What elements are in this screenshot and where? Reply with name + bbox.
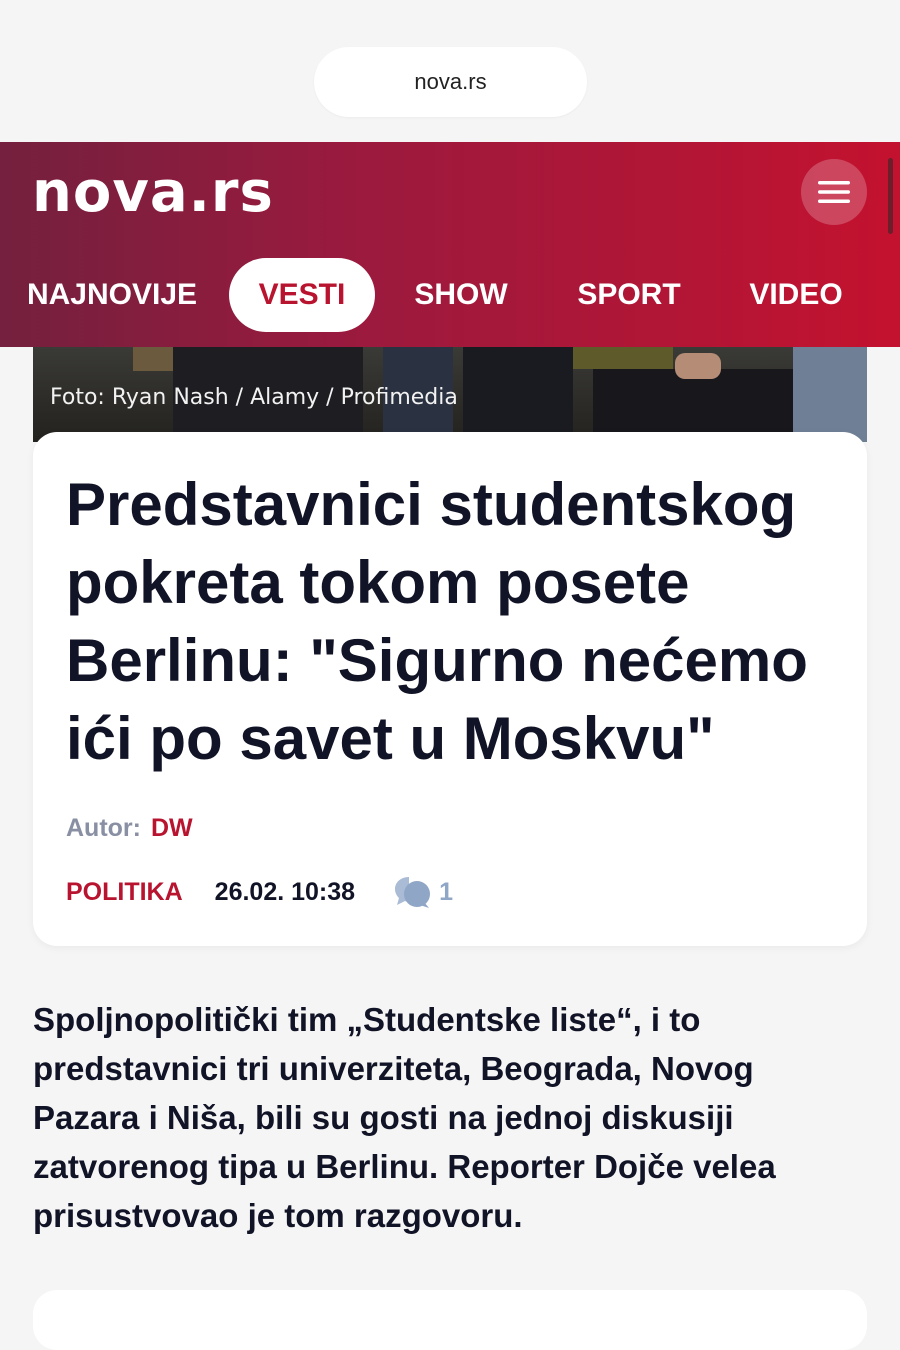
nav-item-show[interactable]: SHOW	[398, 258, 524, 332]
article-header-card: Predstavnici studentskog pokreta tokom p…	[33, 432, 867, 946]
url-bar[interactable]: nova.rs	[314, 47, 587, 117]
article-lead: Spoljnopolitički tim „Studentske liste“,…	[33, 1001, 776, 1234]
nav-item-video[interactable]: VIDEO	[734, 258, 858, 332]
nav-item-najnovije[interactable]: NAJNOVIJE	[22, 258, 202, 332]
category-link[interactable]: POLITIKA	[66, 878, 183, 907]
author-label: Autor:	[66, 814, 141, 842]
scrollbar-thumb[interactable]	[888, 158, 893, 234]
author-row: Autor: DW	[66, 814, 193, 843]
menu-button[interactable]	[801, 159, 867, 225]
site-header: nova.rs NAJNOVIJE VESTI SHOW SPORT VIDEO	[0, 142, 900, 347]
photo-credit: Foto: Ryan Nash / Alamy / Profimedia	[50, 385, 458, 410]
comments-link[interactable]: 1	[393, 874, 453, 910]
nav-item-vesti[interactable]: VESTI	[229, 258, 375, 332]
comment-bubbles-icon	[395, 877, 431, 908]
hamburger-menu-icon	[818, 181, 850, 203]
section-nav: NAJNOVIJE VESTI SHOW SPORT VIDEO	[0, 258, 900, 332]
publish-datetime: 26.02. 10:38	[214, 877, 356, 906]
browser-toolbar: nova.rs	[0, 0, 900, 142]
next-content-card	[33, 1290, 867, 1350]
site-logo[interactable]: nova.rs	[32, 160, 274, 225]
article-meta: POLITIKA 26.02. 10:38 1	[66, 872, 453, 912]
comment-count: 1	[439, 877, 453, 906]
nav-item-sport[interactable]: SPORT	[562, 258, 696, 332]
author-link[interactable]: DW	[151, 814, 193, 842]
url-text: nova.rs	[414, 69, 487, 94]
article-title: Predstavnici studentskog pokreta tokom p…	[66, 471, 808, 772]
